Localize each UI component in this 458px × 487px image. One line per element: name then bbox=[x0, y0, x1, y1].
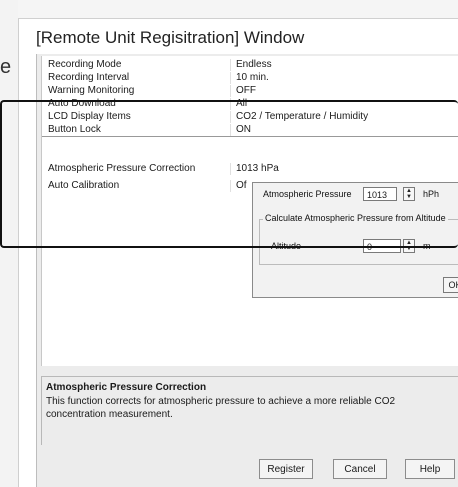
ok-button[interactable]: OK bbox=[443, 277, 458, 293]
description-text: This function corrects for atmospheric p… bbox=[46, 396, 396, 420]
column-separator bbox=[230, 85, 231, 97]
description-panel: Atmospheric Pressure Correction This fun… bbox=[41, 376, 458, 445]
property-value: OFF bbox=[236, 85, 256, 96]
property-row-recording-mode[interactable]: Recording Mode Endless bbox=[42, 59, 458, 71]
highlight-frame bbox=[0, 100, 458, 248]
column-separator bbox=[230, 72, 231, 84]
description-title: Atmospheric Pressure Correction bbox=[46, 382, 207, 393]
window-title: [Remote Unit Regisitration] Window bbox=[36, 28, 305, 47]
top-bar bbox=[18, 0, 458, 19]
property-value: Endless bbox=[236, 59, 272, 70]
register-button[interactable]: Register bbox=[259, 459, 313, 479]
property-value: 10 min. bbox=[236, 72, 269, 83]
property-row-warning-monitoring[interactable]: Warning Monitoring OFF bbox=[42, 85, 458, 97]
property-name: Warning Monitoring bbox=[48, 85, 135, 96]
help-button[interactable]: Help bbox=[405, 459, 455, 479]
property-name: Recording Interval bbox=[48, 72, 130, 83]
column-separator bbox=[230, 59, 231, 71]
cancel-button[interactable]: Cancel bbox=[333, 459, 387, 479]
property-row-recording-interval[interactable]: Recording Interval 10 min. bbox=[42, 72, 458, 84]
background-text: e bbox=[0, 56, 12, 78]
property-name: Recording Mode bbox=[48, 59, 122, 70]
